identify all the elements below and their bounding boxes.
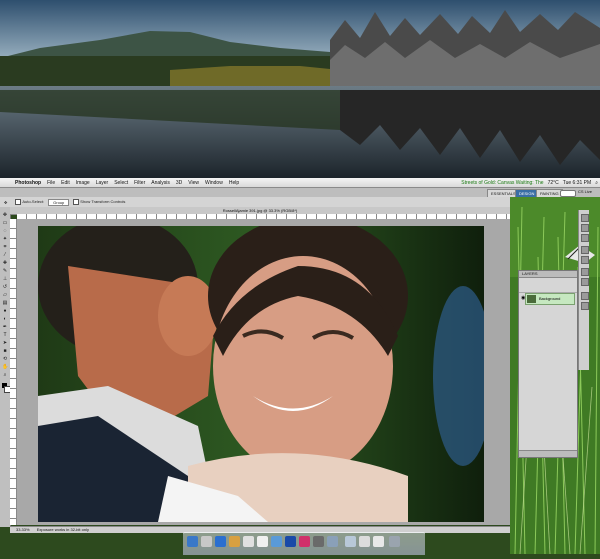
gradient-tool-icon[interactable]: ▤ — [2, 301, 8, 306]
marquee-tool-icon[interactable]: ▭ — [2, 221, 8, 226]
actions-panel-icon[interactable] — [581, 302, 589, 310]
path-select-tool-icon[interactable]: ➤ — [2, 341, 8, 346]
menu-analysis[interactable]: Analysis — [148, 180, 173, 186]
show-transform-checkbox[interactable] — [73, 199, 80, 205]
mac-dock — [183, 532, 425, 555]
trash-icon[interactable] — [389, 536, 400, 547]
layer-thumbnail — [527, 295, 536, 303]
applications-folder-icon[interactable] — [373, 536, 384, 547]
documents-folder-icon[interactable] — [359, 536, 370, 547]
auto-select-dropdown[interactable]: Group — [48, 198, 70, 206]
zoom-tool-icon[interactable]: ⌕ — [2, 373, 8, 378]
terminal-icon[interactable] — [313, 536, 324, 547]
brush-tool-icon[interactable]: ✎ — [2, 269, 8, 274]
crop-tool-icon[interactable]: ⌗ — [2, 245, 8, 250]
wedding-photo-canvas[interactable] — [38, 226, 484, 522]
move-tool-icon[interactable]: ✥ — [2, 213, 8, 218]
masks-panel-icon[interactable] — [581, 256, 589, 264]
move-tool-icon[interactable]: ✥ — [0, 200, 11, 205]
cs-live-button[interactable]: CS Live — [578, 189, 592, 194]
type-tool-icon[interactable]: T — [2, 333, 8, 338]
layers-panel: LAYERS ◉ Background — [518, 270, 578, 458]
menu-filter[interactable]: Filter — [131, 180, 148, 186]
menu-layer[interactable]: Layer — [93, 180, 112, 186]
adjustments-panel-icon[interactable] — [581, 246, 589, 254]
spotlight-icon[interactable]: ⌕ — [593, 180, 600, 186]
color-panel-icon[interactable] — [581, 214, 589, 222]
system-preferences-icon[interactable] — [201, 536, 212, 547]
eye-icon[interactable]: ◉ — [521, 296, 525, 301]
panel-dock-strip — [578, 210, 589, 370]
menu-edit[interactable]: Edit — [58, 180, 73, 186]
address-book-icon[interactable] — [243, 536, 254, 547]
blur-tool-icon[interactable]: ● — [2, 309, 8, 314]
dodge-tool-icon[interactable]: ◐ — [2, 317, 8, 322]
eyedropper-tool-icon[interactable]: ⁄ — [2, 253, 8, 258]
menu-app-name[interactable]: Photoshop — [12, 180, 44, 186]
styles-panel-icon[interactable] — [581, 234, 589, 242]
eraser-tool-icon[interactable]: ▱ — [2, 293, 8, 298]
menu-select[interactable]: Select — [111, 180, 131, 186]
menu-3d[interactable]: 3D — [173, 180, 185, 186]
clock[interactable]: Tue 6:31 PM — [561, 180, 593, 186]
downloads-folder-icon[interactable] — [345, 536, 356, 547]
pen-tool-icon[interactable]: ✒ — [2, 325, 8, 330]
quick-select-tool-icon[interactable]: ✦ — [2, 237, 8, 242]
lasso-tool-icon[interactable]: ◌ — [2, 229, 8, 234]
paths-panel-icon[interactable] — [581, 278, 589, 286]
auto-select-label: Auto-Select: — [22, 199, 45, 205]
3d-rotate-tool-icon[interactable]: ⟲ — [2, 357, 8, 362]
history-brush-tool-icon[interactable]: ↺ — [2, 285, 8, 290]
healing-brush-tool-icon[interactable]: ✚ — [2, 261, 8, 266]
history-panel-icon[interactable] — [581, 292, 589, 300]
status-message: Exposure works in 32-bit only — [36, 527, 89, 532]
now-playing-status: Streets of Gold: Canvas Waiting: The — [461, 179, 544, 186]
menu-help[interactable]: Help — [226, 180, 242, 186]
menu-view[interactable]: View — [185, 180, 202, 186]
search-input[interactable] — [560, 190, 576, 197]
temperature-readout: 72°C — [547, 179, 559, 186]
clone-stamp-tool-icon[interactable]: ⊥ — [2, 277, 8, 282]
mac-menu-bar: Photoshop File Edit Image Layer Select F… — [0, 178, 600, 188]
channels-panel-icon[interactable] — [581, 268, 589, 276]
safari-icon[interactable] — [215, 536, 226, 547]
mail-icon[interactable] — [229, 536, 240, 547]
layers-panel-footer — [519, 450, 577, 457]
layers-panel-title[interactable]: LAYERS — [519, 271, 577, 278]
indesign-icon[interactable] — [299, 536, 310, 547]
zoom-level[interactable]: 33.33% — [10, 527, 30, 532]
itunes-icon[interactable] — [271, 536, 282, 547]
show-transform-label: Show Transform Controls — [80, 199, 126, 205]
finder-icon[interactable] — [187, 536, 198, 547]
swatches-panel-icon[interactable] — [581, 224, 589, 232]
layer-row-background[interactable]: ◉ Background — [521, 293, 575, 305]
preview-icon[interactable] — [327, 536, 338, 547]
menu-image[interactable]: Image — [73, 180, 93, 186]
layer-name: Background — [539, 296, 561, 301]
auto-select-checkbox[interactable] — [15, 199, 22, 205]
hand-tool-icon[interactable]: ✋ — [2, 365, 8, 370]
vertical-ruler — [10, 219, 17, 525]
shape-tool-icon[interactable]: ■ — [2, 349, 8, 354]
menu-window[interactable]: Window — [202, 180, 226, 186]
layer-controls — [519, 278, 577, 293]
photoshop-icon[interactable] — [285, 536, 296, 547]
calendar-icon[interactable] — [257, 536, 268, 547]
menu-file[interactable]: File — [44, 180, 58, 186]
landscape-banner-image — [0, 0, 600, 178]
